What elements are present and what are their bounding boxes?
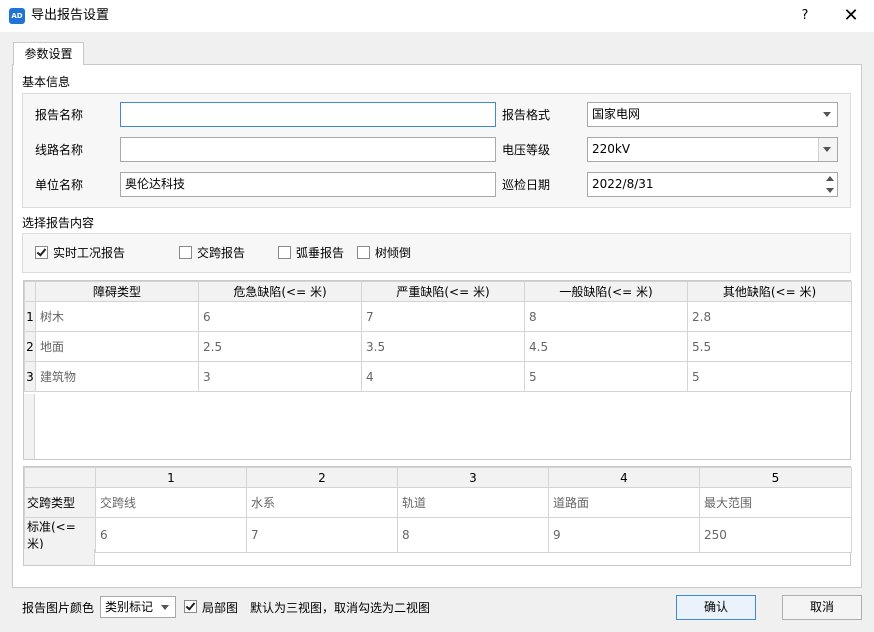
check-icon [185,600,196,611]
corner-header [24,467,96,488]
table-row: 标准(<= 米) 6 7 8 9 250 [24,517,852,553]
table-cell[interactable]: 7 [246,517,398,553]
sag-report-checkbox[interactable] [278,246,291,259]
table-cell[interactable]: 5 [524,361,688,392]
column-header: 危急缺陷(<= 米) [198,281,362,302]
table-cell[interactable]: 5.5 [687,331,852,362]
report-content-group [22,233,851,273]
basic-info-title: 基本信息 [22,75,71,89]
table-cell[interactable]: 水系 [246,487,398,518]
report-content-title: 选择报告内容 [22,216,95,230]
line-name-input[interactable] [120,137,496,162]
table-cell[interactable]: 8 [397,517,549,553]
image-color-value: 类别标记 [105,600,154,614]
table-row: 交跨类型 交跨线 水系 轨道 道路面 最大范围 [24,487,852,518]
row-number: 1 [24,301,36,332]
column-header: 5 [699,467,852,488]
sag-report-label: 弧垂报告 [296,246,345,260]
partial-view-checkbox[interactable] [184,600,197,613]
report-format-label: 报告格式 [502,108,551,122]
table-row: 2 地面 2.5 3.5 4.5 5.5 [24,331,852,362]
table-cell[interactable]: 3 [198,361,362,392]
table-cell[interactable]: 交跨线 [95,487,247,518]
inspect-date-label: 巡检日期 [502,178,551,192]
chevron-down-icon [161,605,169,610]
window-title: 导出报告设置 [31,8,110,23]
table-cell[interactable]: 6 [95,517,247,553]
partial-view-label: 局部图 [202,601,239,615]
row-number: 3 [24,361,36,392]
row-number: 2 [24,331,36,362]
tree-fall-label: 树倾倒 [375,246,412,260]
column-header: 障碍类型 [35,281,199,302]
row-header: 交跨类型 [24,487,96,518]
column-header: 3 [397,467,549,488]
voltage-label: 电压等级 [502,143,551,157]
table-cell[interactable]: 道路面 [548,487,700,518]
table-cell[interactable]: 建筑物 [35,361,199,392]
row-header: 标准(<= 米) [24,517,96,553]
line-name-label: 线路名称 [35,143,84,157]
confirm-button[interactable]: 确认 [676,595,756,620]
image-color-select[interactable]: 类别标记 [100,596,176,618]
column-header: 一般缺陷(<= 米) [524,281,688,302]
voltage-value: 220kV [592,142,631,156]
report-name-label: 报告名称 [35,108,84,122]
app-logo-icon: AD [9,8,25,24]
table-cell[interactable]: 8 [524,301,688,332]
tab-parameter-settings[interactable]: 参数设置 [13,42,84,65]
table-cell[interactable]: 6 [198,301,362,332]
crossing-report-label: 交跨报告 [197,246,246,260]
column-header: 4 [548,467,700,488]
report-name-input[interactable] [120,102,496,127]
table-cell[interactable]: 树木 [35,301,199,332]
inspect-date-spinbox[interactable]: 2022/8/31 [587,172,838,197]
table-cell[interactable]: 2.5 [198,331,362,362]
table-row: 1 树木 6 7 8 2.8 [24,301,852,332]
view-hint-text: 默认为三视图，取消勾选为二视图 [250,601,431,615]
column-header: 1 [95,467,247,488]
row-header-filler [24,394,35,459]
title-bar [0,0,874,32]
report-format-select[interactable]: 国家电网 [587,102,838,127]
tree-fall-checkbox[interactable] [357,246,370,259]
cancel-button[interactable]: 取消 [782,595,862,620]
table-cell[interactable]: 最大范围 [699,487,852,518]
image-color-label: 报告图片颜色 [22,601,95,615]
defect-table: 障碍类型 危急缺陷(<= 米) 严重缺陷(<= 米) 一般缺陷(<= 米) 其他… [23,280,852,460]
table-cell[interactable]: 4 [361,361,525,392]
table-cell[interactable]: 2.8 [687,301,852,332]
report-format-value: 国家电网 [592,107,641,121]
table-cell[interactable]: 5 [687,361,852,392]
table-cell[interactable]: 地面 [35,331,199,362]
table-cell[interactable]: 轨道 [397,487,549,518]
inspect-date-value: 2022/8/31 [592,177,654,191]
check-icon [36,246,47,257]
voltage-select[interactable]: 220kV [587,137,838,162]
help-button[interactable]: ? [790,5,820,27]
table-row: 3 建筑物 3 4 5 5 [24,361,852,392]
column-header: 2 [246,467,398,488]
crossing-report-checkbox[interactable] [179,246,192,259]
unit-name-label: 单位名称 [35,178,84,192]
table-cell[interactable]: 4.5 [524,331,688,362]
chevron-down-icon [823,112,831,117]
row-number-header [24,281,36,302]
row-header-filler [24,549,95,565]
chevron-down-icon [823,147,831,152]
spin-up-icon[interactable] [826,176,834,181]
realtime-report-checkbox[interactable] [35,246,48,259]
table-cell[interactable]: 250 [699,517,852,553]
table-cell[interactable]: 7 [361,301,525,332]
table-cell[interactable]: 9 [548,517,700,553]
spin-down-icon[interactable] [826,188,834,193]
unit-name-input[interactable]: 奥伦达科技 [120,172,496,197]
table-cell[interactable]: 3.5 [361,331,525,362]
column-header: 其他缺陷(<= 米) [687,281,852,302]
realtime-report-label: 实时工况报告 [53,246,126,260]
crossing-table: 1 2 3 4 5 交跨类型 交跨线 水系 轨道 道路面 最大范围 标准(<= … [23,466,852,566]
close-button[interactable]: ✕ [836,5,866,27]
column-header: 严重缺陷(<= 米) [361,281,525,302]
